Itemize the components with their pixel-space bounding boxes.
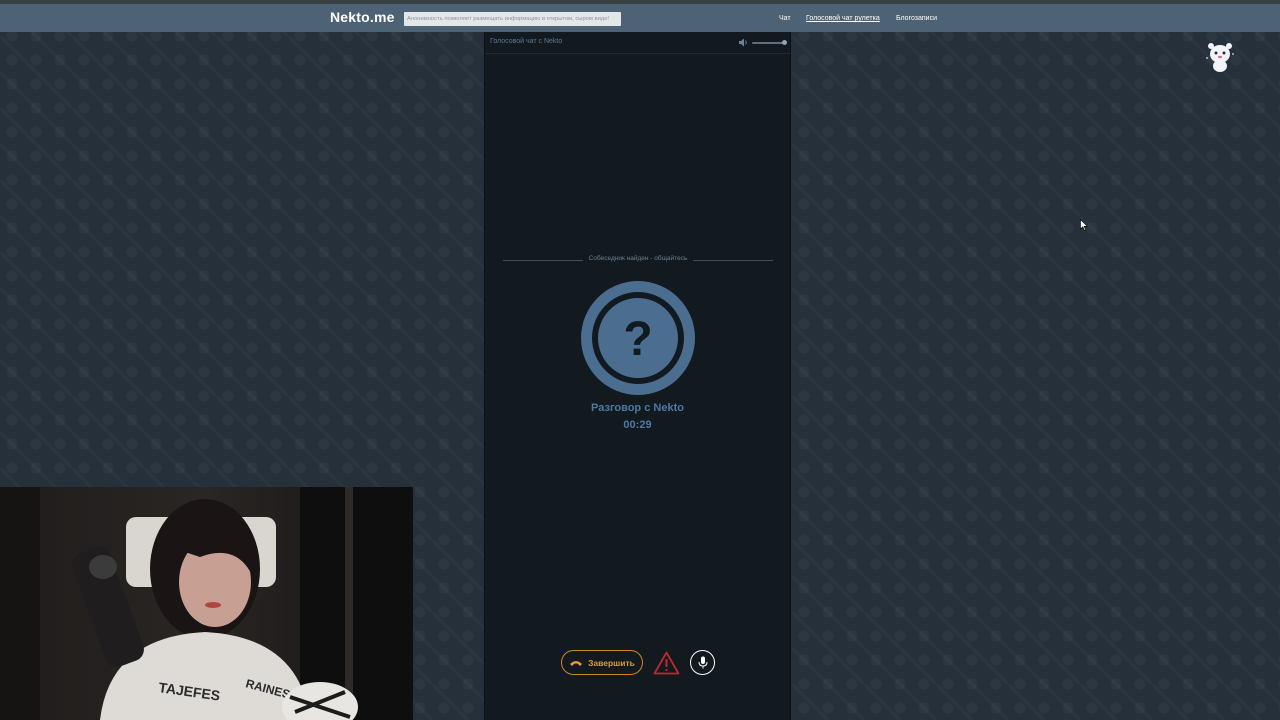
volume-slider[interactable] — [752, 42, 785, 44]
volume-slider-handle[interactable] — [781, 40, 787, 45]
partner-name: Разговор с Nekto — [591, 402, 684, 414]
end-call-label: Завершить — [588, 657, 635, 668]
connection-status: Собеседник найден - общайтесь — [503, 254, 773, 266]
end-call-button[interactable]: Завершить — [561, 650, 643, 675]
top-navbar: Nekto.me Анонимность позволяет размещать… — [0, 4, 1280, 32]
webcam-video: TAJEFES RAINEST — [0, 487, 413, 720]
speaker-icon[interactable] — [739, 38, 749, 47]
site-logo[interactable]: Nekto.me — [330, 9, 395, 25]
warning-icon[interactable] — [653, 651, 680, 675]
mouse-cursor-icon — [1080, 219, 1088, 231]
mascot-icon[interactable] — [1203, 40, 1237, 74]
nav-item-voice-roulette[interactable]: Голосовой чат рулетка — [806, 15, 880, 22]
webcam-overlay: TAJEFES RAINEST — [0, 487, 413, 720]
microphone-icon — [698, 656, 707, 669]
divider — [693, 260, 773, 261]
voice-chat-panel: Голосовой чат с Nekto Собеседник найден … — [484, 32, 791, 720]
avatar-question-mark: ? — [623, 313, 652, 366]
chat-header: Голосовой чат с Nekto — [485, 32, 790, 54]
microphone-button[interactable] — [690, 650, 715, 675]
chat-title: Голосовой чат с Nekto — [490, 38, 563, 45]
anonymity-notice: Анонимность позволяет размещать информац… — [404, 12, 621, 26]
call-timer: 00:29 — [623, 419, 652, 431]
anonymous-avatar-icon: ? — [581, 281, 695, 395]
nav-item-blog[interactable]: Блогозаписи — [896, 15, 937, 22]
phone-hangup-icon — [570, 660, 583, 666]
nav-item-chat[interactable]: Чат — [779, 15, 791, 22]
